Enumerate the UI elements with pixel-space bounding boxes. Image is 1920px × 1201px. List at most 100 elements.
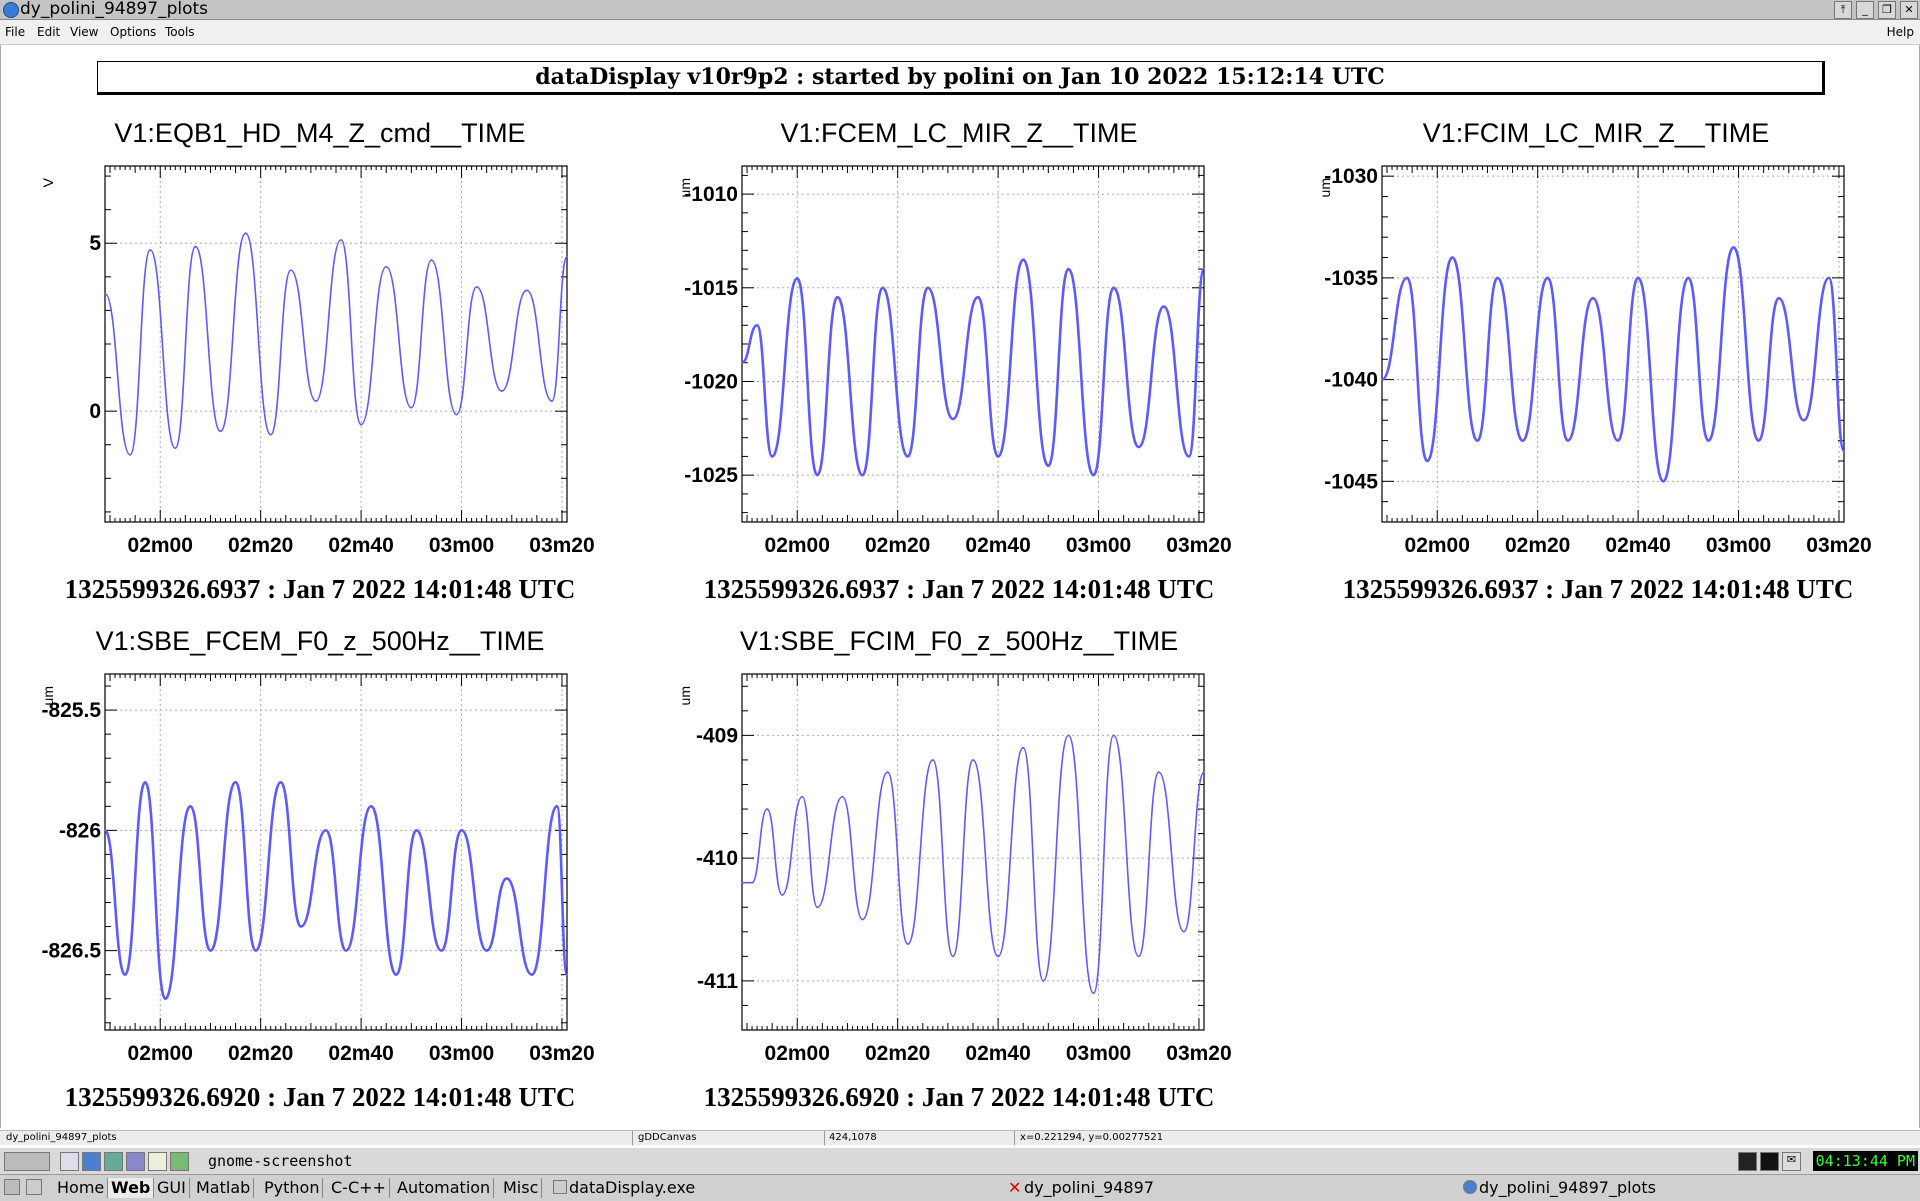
x-tick-label: 02m40	[965, 1042, 1030, 1065]
data-point	[209, 949, 212, 952]
command-text[interactable]: gnome-screenshot	[208, 1152, 353, 1170]
data-point	[551, 400, 553, 402]
stick-button[interactable]: ⤒	[1834, 1, 1852, 19]
launcher-home[interactable]: Home	[54, 1178, 109, 1198]
task-dy-polini[interactable]: dy_polini_94897	[1024, 1178, 1154, 1198]
x-tick-label: 03m00	[1066, 534, 1131, 557]
desktop-icon[interactable]	[26, 1179, 42, 1195]
launcher-python[interactable]: Python	[261, 1178, 324, 1198]
task-datadisplay[interactable]: dataDisplay.exe	[569, 1178, 695, 1198]
task-dy-polini-plots[interactable]: dy_polini_94897_plots	[1479, 1178, 1656, 1198]
data-point	[189, 805, 192, 808]
data-point	[861, 474, 864, 476]
plot-footer-timestamp: 1325599326.6937 : Jan 7 2022 14:01:48 UT…	[64, 574, 576, 604]
start-icon[interactable]	[4, 1179, 20, 1195]
data-point	[1426, 460, 1428, 462]
data-point	[1067, 268, 1070, 270]
status-canvas: gDDCanvas	[638, 1132, 697, 1143]
data-point	[1203, 771, 1205, 774]
menu-view[interactable]: View	[70, 25, 98, 39]
x-tick-label: 03m00	[429, 534, 494, 557]
launcher-web[interactable]: Web	[108, 1178, 155, 1198]
data-point	[977, 296, 979, 298]
x-tick-label: 02m40	[1605, 534, 1670, 557]
plot-title: V1:FCEM_LC_MIR_Z__TIME	[780, 118, 1138, 148]
y-tick-label: -826	[59, 819, 101, 842]
data-point	[1112, 734, 1115, 737]
launcher-gui[interactable]: GUI	[154, 1178, 190, 1198]
x-tick-label: 03m20	[1806, 534, 1871, 557]
data-point	[1521, 439, 1524, 442]
data-point	[1662, 480, 1665, 483]
data-point	[816, 906, 819, 909]
plot-footer-timestamp: 1325599326.6937 : Jan 7 2022 14:01:48 UT…	[703, 574, 1215, 604]
menu-help[interactable]: Help	[1887, 25, 1914, 39]
x-tick-label: 03m20	[1166, 1042, 1231, 1065]
y-tick-label: -1015	[684, 277, 738, 300]
data-point	[801, 795, 804, 798]
launcher-automation[interactable]: Automation	[394, 1178, 495, 1198]
plot-title: V1:SBE_FCEM_F0_z_500Hz__TIME	[95, 626, 545, 656]
x-tick-label: 03m20	[1166, 534, 1231, 557]
browser-icon[interactable]	[82, 1152, 101, 1171]
close-button[interactable]: ✕	[1900, 1, 1918, 19]
data-point	[1047, 464, 1050, 467]
data-point	[972, 759, 974, 761]
data-point	[290, 269, 292, 271]
data-point	[174, 447, 177, 449]
terminal-icon[interactable]	[60, 1152, 79, 1171]
data-point	[952, 955, 954, 958]
y-tick-label: 0	[89, 400, 101, 423]
menu-edit[interactable]: Edit	[37, 25, 60, 39]
x-tick-label: 03m00	[1066, 1042, 1131, 1065]
data-point	[1137, 955, 1140, 958]
data-point	[410, 407, 413, 409]
data-point	[325, 829, 327, 832]
plot-eqb1-hd-m4-z-cmd[interactable]: 5 0 02m00 02m20 02m40 03m00 03m20 V	[0, 150, 640, 570]
data-point	[1567, 439, 1569, 442]
data-point	[244, 232, 247, 234]
data-point	[370, 805, 372, 808]
net-monitor-icon	[1760, 1152, 1779, 1171]
plot-title: V1:SBE_FCIM_F0_z_500Hz__TIME	[739, 626, 1179, 656]
x-tick-label: 02m20	[228, 1042, 293, 1065]
data-point	[505, 877, 508, 880]
files-icon[interactable]	[170, 1152, 189, 1171]
network-icon[interactable]	[126, 1152, 145, 1171]
command-bar: gnome-screenshot ✉ 04:13:44 PM	[0, 1148, 1920, 1174]
data-point	[194, 245, 197, 248]
plot-fcim-lc-mir-z[interactable]: -1030-1035-1040-104502m00 02m20 02m40 03m00…	[1280, 150, 1920, 570]
x-tick-label: 03m20	[529, 534, 594, 557]
mail-icon[interactable]: ✉	[1782, 1152, 1801, 1171]
data-point	[254, 949, 257, 952]
data-point	[771, 455, 773, 458]
y-tick-label: -1025	[684, 464, 738, 487]
settings-icon[interactable]	[104, 1152, 123, 1171]
plot-title: V1:EQB1_HD_M4_Z_cmd__TIME	[114, 118, 526, 148]
plot-fcem-lc-mir-z[interactable]: -1010-1015-1020-102502m00 02m20 02m40 03m00…	[640, 150, 1280, 570]
system-menu-icon[interactable]	[4, 1152, 50, 1171]
launcher-c-cpp[interactable]: C-C++	[328, 1178, 390, 1198]
status-window: dy_polini_94897_plots	[6, 1132, 117, 1143]
plot-sbe-fcem-f0-z-500hz[interactable]: -825.5-826-826.502m00 02m20 02m40 03m00 03m2…	[0, 658, 640, 1078]
editor-icon[interactable]	[148, 1152, 167, 1171]
data-point	[1637, 277, 1639, 279]
data-point	[556, 805, 558, 808]
plot-frame	[104, 673, 568, 1031]
data-point	[164, 997, 167, 1000]
x-tick-label: 02m00	[128, 1042, 193, 1065]
maximize-button[interactable]: ❐	[1878, 1, 1896, 19]
series-line	[742, 734, 1205, 994]
launcher-misc[interactable]: Misc	[500, 1178, 543, 1198]
menu-options[interactable]: Options	[110, 25, 156, 39]
plot-sbe-fcim-f0-z-500hz[interactable]: -409 -410 -411 02m00 02m20 02m40 03m00 03m20 um	[640, 658, 1280, 1078]
data-point	[836, 296, 839, 298]
launcher-matlab[interactable]: Matlab	[193, 1178, 255, 1198]
x-tick-label: 02m00	[1405, 534, 1470, 557]
data-point	[781, 894, 783, 896]
menu-file[interactable]: File	[5, 25, 25, 39]
data-point	[1707, 439, 1710, 442]
plot-footer-timestamp: 1325599326.6920 : Jan 7 2022 14:01:48 UT…	[703, 1082, 1215, 1112]
minimize-button[interactable]: _	[1856, 1, 1874, 19]
menu-tools[interactable]: Tools	[165, 25, 195, 39]
